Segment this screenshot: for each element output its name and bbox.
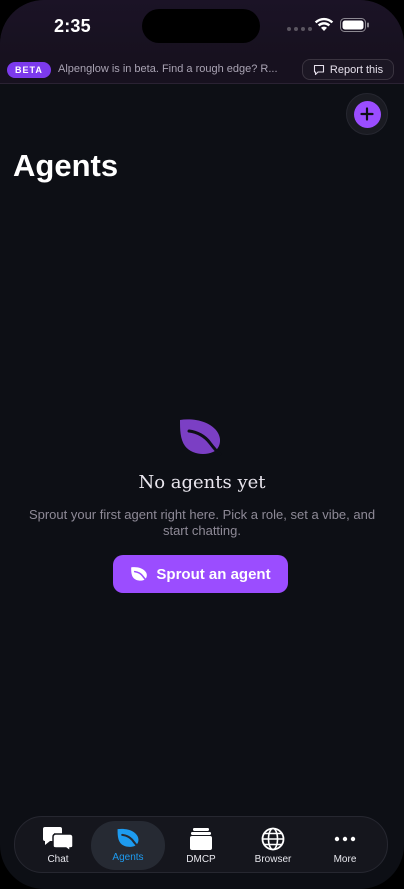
tab-label: Chat	[47, 854, 69, 865]
beta-banner: BETA Alpenglow is in beta. Find a rough …	[0, 56, 404, 84]
dynamic-island	[142, 9, 260, 43]
signal-dots-icon	[287, 27, 312, 31]
tab-label: DMCP	[186, 854, 216, 865]
page-title: Agents	[13, 148, 119, 183]
status-time: 2:35	[54, 16, 91, 36]
leaf-icon	[117, 828, 140, 848]
empty-state-subtitle: Sprout your first agent right here. Pick…	[28, 507, 376, 538]
beta-badge: BETA	[7, 62, 51, 78]
add-agent-button[interactable]	[346, 93, 388, 135]
ellipsis-icon	[334, 836, 356, 842]
tab-browser[interactable]: Browser	[236, 821, 310, 870]
battery-icon	[340, 18, 369, 32]
add-button-circle	[353, 100, 381, 128]
report-label: Report this	[329, 63, 384, 76]
stack-icon	[190, 828, 212, 850]
sprout-button-label: Sprout an agent	[156, 565, 271, 583]
globe-icon	[261, 827, 285, 851]
tab-label: Browser	[254, 854, 292, 865]
beta-message: Alpenglow is in beta. Find a rough edge?…	[58, 63, 278, 75]
tab-agents[interactable]: Agents	[91, 821, 165, 870]
plus-icon	[360, 107, 374, 121]
tab-bar: Chat Agents DMCP Browser More	[14, 816, 388, 873]
chat-bubbles-icon	[43, 827, 74, 851]
tab-more[interactable]: More	[308, 821, 382, 870]
leaf-icon	[131, 567, 149, 582]
empty-state-title: No agents yet	[138, 472, 266, 493]
tab-label: Agents	[112, 852, 144, 863]
report-button[interactable]: Report this	[302, 59, 394, 80]
sprout-agent-button[interactable]: Sprout an agent	[113, 555, 288, 593]
wifi-icon	[314, 17, 334, 31]
leaf-icon	[180, 419, 222, 456]
status-bar: 2:35	[0, 0, 404, 56]
message-icon	[313, 64, 324, 75]
tab-dmcp[interactable]: DMCP	[164, 821, 238, 870]
tab-label: More	[333, 854, 357, 865]
tab-chat[interactable]: Chat	[21, 821, 95, 870]
app-screen: 2:35 BETA Alpenglow is in beta. Find a r…	[0, 0, 404, 889]
